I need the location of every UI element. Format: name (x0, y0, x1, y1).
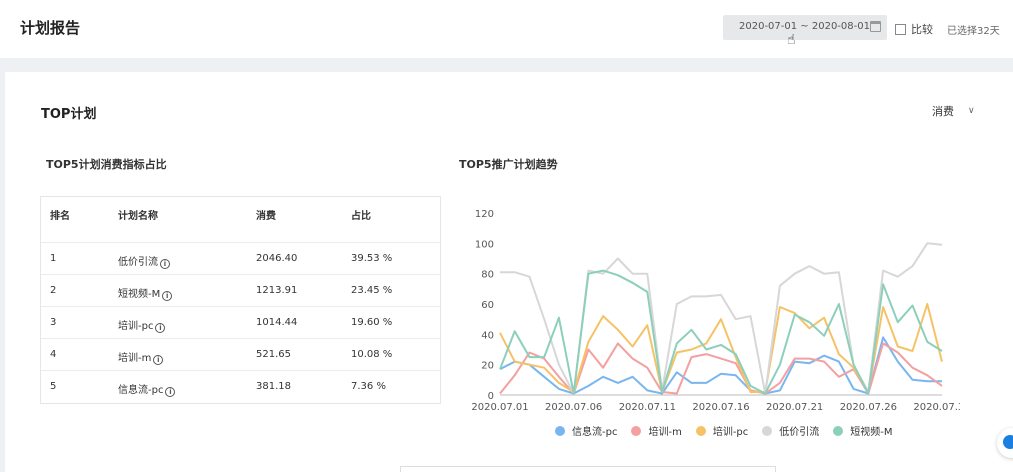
legend-dot (555, 425, 565, 436)
row-plan-name-text: 培训-pc (118, 321, 154, 332)
legend-label: 信息流-pc (572, 427, 618, 438)
legend-label: 培训-pc (712, 427, 749, 438)
row-rank: 3 (50, 317, 57, 328)
row-rank: 5 (50, 381, 57, 392)
legend-item[interactable]: 短视频-M (833, 423, 893, 438)
date-range-value: 2020-07-01 ~ 2020-08-01 (739, 21, 870, 32)
series-line (499, 269, 943, 395)
trend-chart[interactable]: 0 20 40 60 80 100 120 2020.07.01 2020.07.06 2020.… (470, 207, 960, 412)
chart-legend: 信息流-pc 培训-m 培训-pc 低价引流 短视频-M (555, 423, 907, 438)
row-plan-name-text: 培训-m (118, 353, 152, 364)
row-plan-name-text: 信息流-pc (118, 385, 164, 396)
legend-item[interactable]: 培训-m (631, 423, 682, 438)
x-tick-label: 2020.07.26 (840, 402, 897, 412)
legend-dot (762, 425, 773, 436)
row-rank: 1 (50, 253, 57, 264)
rank-table: 排名 计划名称 消费 占比 1 低价引流 i 2046.40 39.53 % 2 … (40, 196, 441, 404)
section-title: TOP计划 (41, 107, 97, 122)
calendar-icon (870, 21, 881, 32)
x-tick-label: 2020.07.31 (913, 402, 960, 412)
compare-checkbox[interactable] (895, 23, 906, 35)
legend-dot (833, 425, 844, 436)
compare-label: 比较 (911, 23, 933, 36)
table-row: 5 信息流-pc i 381.18 7.36 % (41, 370, 440, 402)
legend-item[interactable]: 培训-pc (695, 423, 749, 438)
next-section-edge (400, 466, 776, 472)
info-icon[interactable]: i (165, 387, 176, 397)
y-tick-label: 120 (475, 209, 494, 220)
legend-label: 低价引流 (779, 427, 820, 438)
chevron-down-icon: ∨ (968, 106, 975, 116)
row-plan-name: 培训-pc i (118, 317, 166, 333)
row-cost: 1213.91 (256, 285, 298, 296)
y-tick-label: 60 (481, 300, 494, 311)
row-share: 39.53 % (351, 253, 393, 264)
table-title: TOP5计划消费指标占比 (46, 158, 167, 171)
row-plan-name: 短视频-M i (118, 285, 173, 301)
row-cost: 2046.40 (256, 253, 298, 264)
row-share: 19.60 % (351, 317, 393, 328)
top-plan-card: TOP计划 消费 ∨ TOP5计划消费指标占比 TOP5推广计划趋势 排名 计划… (5, 72, 1013, 472)
x-tick-label: 2020.07.21 (766, 402, 823, 412)
row-plan-name-text: 低价引流 (118, 257, 158, 268)
legend-dot (631, 425, 642, 436)
legend-label: 培训-m (648, 427, 682, 438)
row-share: 23.45 % (351, 285, 393, 296)
y-tick-label: 20 (481, 361, 494, 372)
table-row: 1 低价引流 i 2046.40 39.53 % (41, 242, 440, 274)
row-rank: 2 (50, 285, 57, 296)
x-tick-label: 2020.07.11 (619, 402, 676, 412)
header-cost: 消费 (256, 211, 276, 222)
compare-toggle[interactable]: 比较 (895, 21, 933, 37)
row-cost: 1014.44 (256, 317, 298, 328)
y-tick-label: 0 (488, 391, 494, 402)
row-rank: 4 (50, 349, 57, 360)
metric-dropdown-value: 消费 (932, 105, 954, 118)
row-plan-name: 培训-m i (118, 349, 164, 365)
legend-label: 短视频-M (850, 427, 893, 438)
x-tick-label: 2020.07.16 (692, 402, 749, 412)
row-plan-name-text: 短视频-M (118, 289, 161, 300)
row-plan-name: 低价引流 i (118, 253, 170, 269)
chat-icon (1003, 435, 1013, 449)
table-row: 2 短视频-M i 1213.91 23.45 % (41, 274, 440, 306)
pointer-cursor-icon: ☝ (787, 32, 796, 48)
info-icon[interactable]: i (155, 323, 166, 333)
legend-item[interactable]: 信息流-pc (555, 423, 617, 438)
row-share: 7.36 % (351, 381, 386, 392)
info-icon[interactable]: i (162, 291, 173, 301)
page-title: 计划报告 (20, 19, 81, 37)
row-cost: 381.18 (256, 381, 291, 392)
date-range-picker[interactable]: 2020-07-01 ~ 2020-08-01 (723, 15, 887, 40)
legend-item[interactable]: 低价引流 (762, 423, 819, 438)
x-tick-label: 2020.07.06 (545, 402, 602, 412)
table-header-row: 排名 计划名称 消费 占比 (41, 197, 440, 242)
y-tick-label: 40 (481, 330, 494, 341)
header-rank: 排名 (50, 211, 70, 222)
y-tick-label: 80 (481, 270, 494, 281)
row-cost: 521.65 (256, 349, 291, 360)
info-icon[interactable]: i (153, 355, 164, 365)
y-tick-label: 100 (475, 239, 494, 250)
selected-days-text: 已选择32天 (947, 26, 1000, 37)
metric-dropdown[interactable]: 消费 ∨ (932, 103, 975, 119)
info-icon[interactable]: i (160, 259, 170, 269)
row-share: 10.08 % (351, 349, 393, 360)
x-tick-label: 2020.07.01 (471, 402, 528, 412)
table-row: 4 培训-m i 521.65 10.08 % (41, 338, 440, 370)
chart-title: TOP5推广计划趋势 (459, 158, 558, 171)
legend-dot (695, 425, 706, 436)
row-plan-name: 信息流-pc i (118, 381, 176, 397)
top-bar: 计划报告 2020-07-01 ~ 2020-08-01 比较 已选择32天 ☝ (0, 0, 1013, 58)
header-plan-name: 计划名称 (118, 211, 158, 222)
table-row: 3 培训-pc i 1014.44 19.60 % (41, 306, 440, 338)
header-share: 占比 (351, 211, 371, 222)
